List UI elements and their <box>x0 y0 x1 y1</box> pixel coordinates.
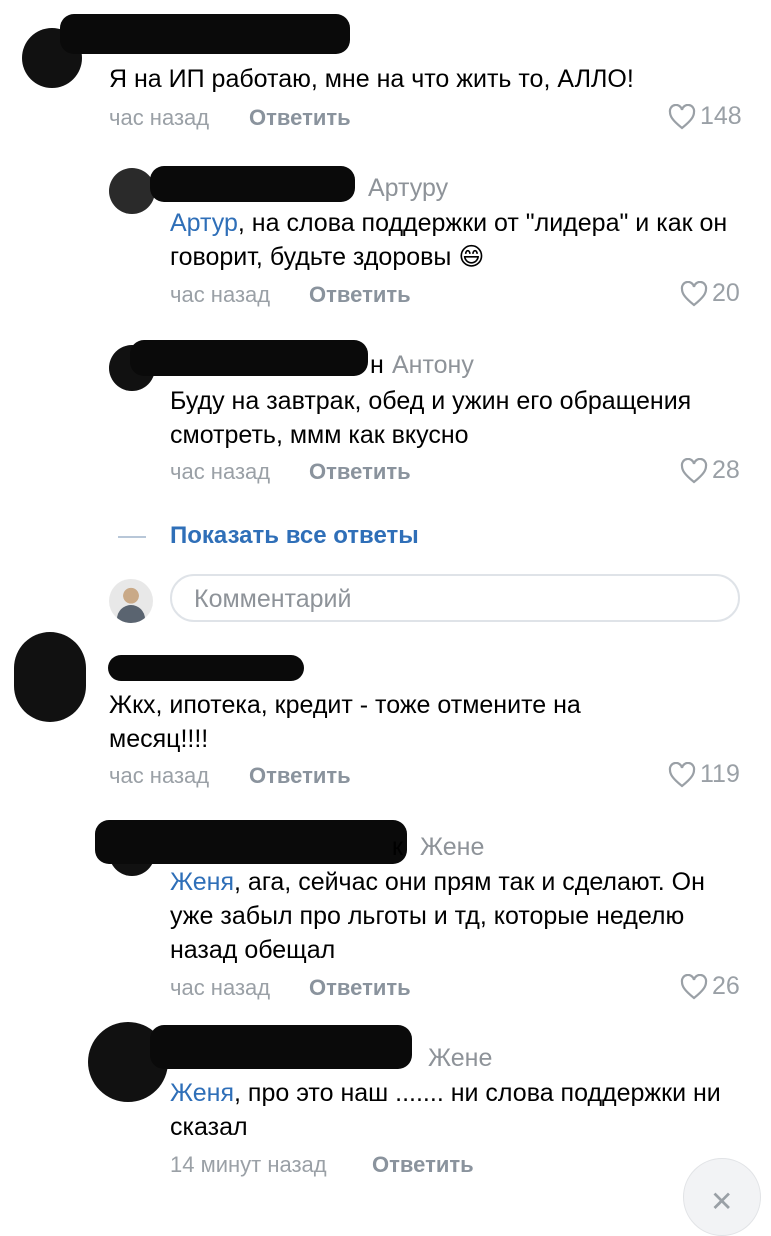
divider <box>118 536 146 538</box>
author-name-fragment: к <box>392 833 403 861</box>
heart-icon <box>680 457 708 483</box>
author-name-redacted <box>150 166 355 202</box>
author-name-fragment: н <box>370 351 384 379</box>
floating-close-button[interactable]: ✕ <box>683 1158 761 1236</box>
comment-text: Женя, ага, сейчас они прям так и сделают… <box>170 868 705 964</box>
reply-button[interactable]: Ответить <box>249 105 351 131</box>
likes-count: 119 <box>700 760 740 788</box>
author-name-redacted <box>108 655 304 681</box>
reply-button[interactable]: Ответить <box>309 282 411 308</box>
heart-icon <box>680 973 708 999</box>
likes-count: 26 <box>712 972 740 1000</box>
author-name-redacted <box>150 1025 412 1069</box>
comment-time: час назад <box>170 282 271 307</box>
author-name-redacted <box>130 340 368 376</box>
reply-target: Антону <box>392 351 474 379</box>
avatar[interactable] <box>14 632 86 722</box>
heart-icon <box>668 103 696 129</box>
likes-count: 148 <box>700 102 742 130</box>
heart-icon <box>680 280 708 306</box>
reply-button[interactable]: Ответить <box>309 975 411 1001</box>
show-all-replies-link[interactable]: Показать все ответы <box>170 522 419 550</box>
reply-button[interactable]: Ответить <box>249 763 351 789</box>
like-button[interactable]: 119 <box>668 760 740 789</box>
comment-time: 14 минут назад <box>170 1152 327 1177</box>
likes-count: 28 <box>712 456 740 484</box>
comment-input[interactable]: Комментарий <box>170 574 740 622</box>
comment-text: Женя, про это наш ....... ни слова подде… <box>170 1079 721 1141</box>
comment-time: час назад <box>109 105 210 130</box>
comment-text: Буду на завтрак, обед и ужин его обращен… <box>170 387 692 449</box>
reply-button[interactable]: Ответить <box>309 459 411 485</box>
like-button[interactable]: 26 <box>680 972 740 1001</box>
likes-count: 20 <box>712 279 740 307</box>
heart-icon <box>668 761 696 787</box>
comment-time: час назад <box>109 763 210 788</box>
comment-time: час назад <box>170 459 271 484</box>
close-icon: ✕ <box>710 1186 734 1217</box>
reply-target: Жене <box>420 833 485 861</box>
comment-text: Я на ИП работаю, мне на что жить то, АЛЛ… <box>109 65 634 93</box>
mention-link[interactable]: Артур <box>170 209 238 237</box>
like-button[interactable]: 28 <box>680 456 740 485</box>
reply-target: Артуру <box>368 174 449 202</box>
like-button[interactable]: 148 <box>668 102 742 131</box>
avatar[interactable] <box>109 168 155 214</box>
mention-link[interactable]: Женя <box>170 1079 234 1107</box>
like-button[interactable]: 20 <box>680 279 740 308</box>
reply-target: Жене <box>428 1044 493 1072</box>
author-name-redacted <box>60 14 350 54</box>
comment-text: Жкх, ипотека, кредит - тоже отмените на … <box>109 691 581 753</box>
comment-time: час назад <box>170 975 271 1000</box>
user-avatar <box>109 579 153 623</box>
mention-link[interactable]: Женя <box>170 868 234 896</box>
comment-text: Артур, на слова поддержки от "лидера" и … <box>170 209 728 271</box>
author-name-redacted <box>95 820 407 864</box>
reply-button[interactable]: Ответить <box>372 1152 474 1178</box>
